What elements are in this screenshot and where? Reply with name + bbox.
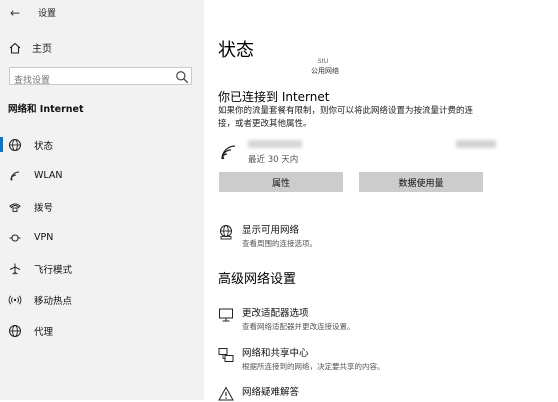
blurred-usage-value: [456, 140, 496, 148]
globe-network-icon: [218, 224, 234, 240]
sidebar-item-vpn[interactable]: VPN: [8, 222, 198, 253]
search-input[interactable]: [10, 73, 164, 89]
home-label: 主页: [32, 44, 52, 55]
home-icon: [8, 41, 22, 55]
advanced-settings-heading: 高级网络设置: [218, 272, 297, 287]
window-title: 设置: [38, 9, 57, 19]
show-networks-subtitle: 查看周围的连接选项。: [242, 239, 317, 248]
show-networks-title: 显示可用网络: [242, 225, 300, 236]
sidebar-item-label: WLAN: [34, 170, 63, 181]
usage-period: 最近 30 天内: [248, 155, 299, 165]
network-sharing-center[interactable]: 网络和共享中心 根据所连接到的网络，决定要共享的内容。: [218, 345, 385, 372]
network-computers-icon: [218, 347, 234, 363]
hotspot-icon: [8, 293, 22, 307]
airplane-icon: [8, 262, 22, 276]
network-type: 公用网络: [311, 67, 339, 75]
search-box[interactable]: [9, 67, 192, 89]
sidebar-item-label: VPN: [34, 232, 54, 243]
network-troubleshooter[interactable]: 网络疑难解答: [218, 384, 299, 402]
globe-icon: [8, 138, 22, 152]
change-adapter-options[interactable]: 更改适配器选项 查看网络适配器并更改连接设置。: [218, 305, 355, 332]
vpn-icon: [8, 231, 22, 245]
sidebar-item-label: 飞行模式: [34, 264, 73, 276]
adapter-options-subtitle: 查看网络适配器并更改连接设置。: [242, 322, 355, 331]
wifi-icon: [220, 144, 238, 162]
page-title: 状态: [218, 40, 254, 61]
globe-icon: [8, 324, 22, 338]
sidebar-item-home[interactable]: 主页: [8, 40, 52, 55]
sidebar-item-mobile-hotspot[interactable]: 移动热点: [8, 284, 198, 315]
adapter-options-title: 更改适配器选项: [242, 308, 309, 319]
sidebar-item-wlan[interactable]: WLAN: [8, 160, 198, 191]
main-content: 状态 StU 公用网络 你已连接到 Internet 如果你的流量套餐有限制，则…: [204, 0, 558, 402]
back-arrow-icon[interactable]: ←: [10, 6, 20, 20]
sidebar-item-label: 移动热点: [34, 295, 73, 307]
sidebar-item-proxy[interactable]: 代理: [8, 315, 198, 346]
sidebar-item-label: 拨号: [34, 202, 54, 214]
monitor-icon: [218, 307, 234, 323]
connection-row: 最近 30 天内: [218, 138, 496, 168]
phone-icon: [8, 200, 22, 214]
sharing-center-subtitle: 根据所连接到的网络，决定要共享的内容。: [242, 362, 385, 371]
sidebar: ← 设置 主页 网络和 Internet 状态 WLAN: [0, 0, 204, 400]
network-name: StU: [317, 58, 329, 65]
sidebar-item-label: 代理: [34, 326, 54, 338]
show-available-networks[interactable]: 显示可用网络 查看周围的连接选项。: [218, 222, 317, 249]
sidebar-item-status[interactable]: 状态: [0, 129, 198, 160]
sidebar-item-label: 状态: [34, 140, 54, 152]
sidebar-item-airplane-mode[interactable]: 飞行模式: [8, 253, 198, 284]
wifi-icon: [8, 169, 22, 183]
troubleshooter-title: 网络疑难解答: [242, 387, 300, 398]
blurred-network-name: [248, 140, 302, 148]
connection-description: 如果你的流量套餐有限制，则你可以将此网络设置为按流量计费的连接，或者更改其他属性…: [218, 106, 474, 129]
properties-button[interactable]: 属性: [219, 172, 343, 192]
section-title: 网络和 Internet: [8, 104, 84, 115]
data-usage-button[interactable]: 数据使用量: [359, 172, 483, 192]
connection-status-heading: 你已连接到 Internet: [218, 90, 330, 104]
sidebar-item-dialup[interactable]: 拨号: [8, 191, 198, 222]
sharing-center-title: 网络和共享中心: [242, 348, 309, 359]
search-icon[interactable]: [175, 70, 189, 84]
sidebar-nav: 状态 WLAN 拨号 VPN 飞行模式 移动热点 代理: [0, 129, 198, 346]
